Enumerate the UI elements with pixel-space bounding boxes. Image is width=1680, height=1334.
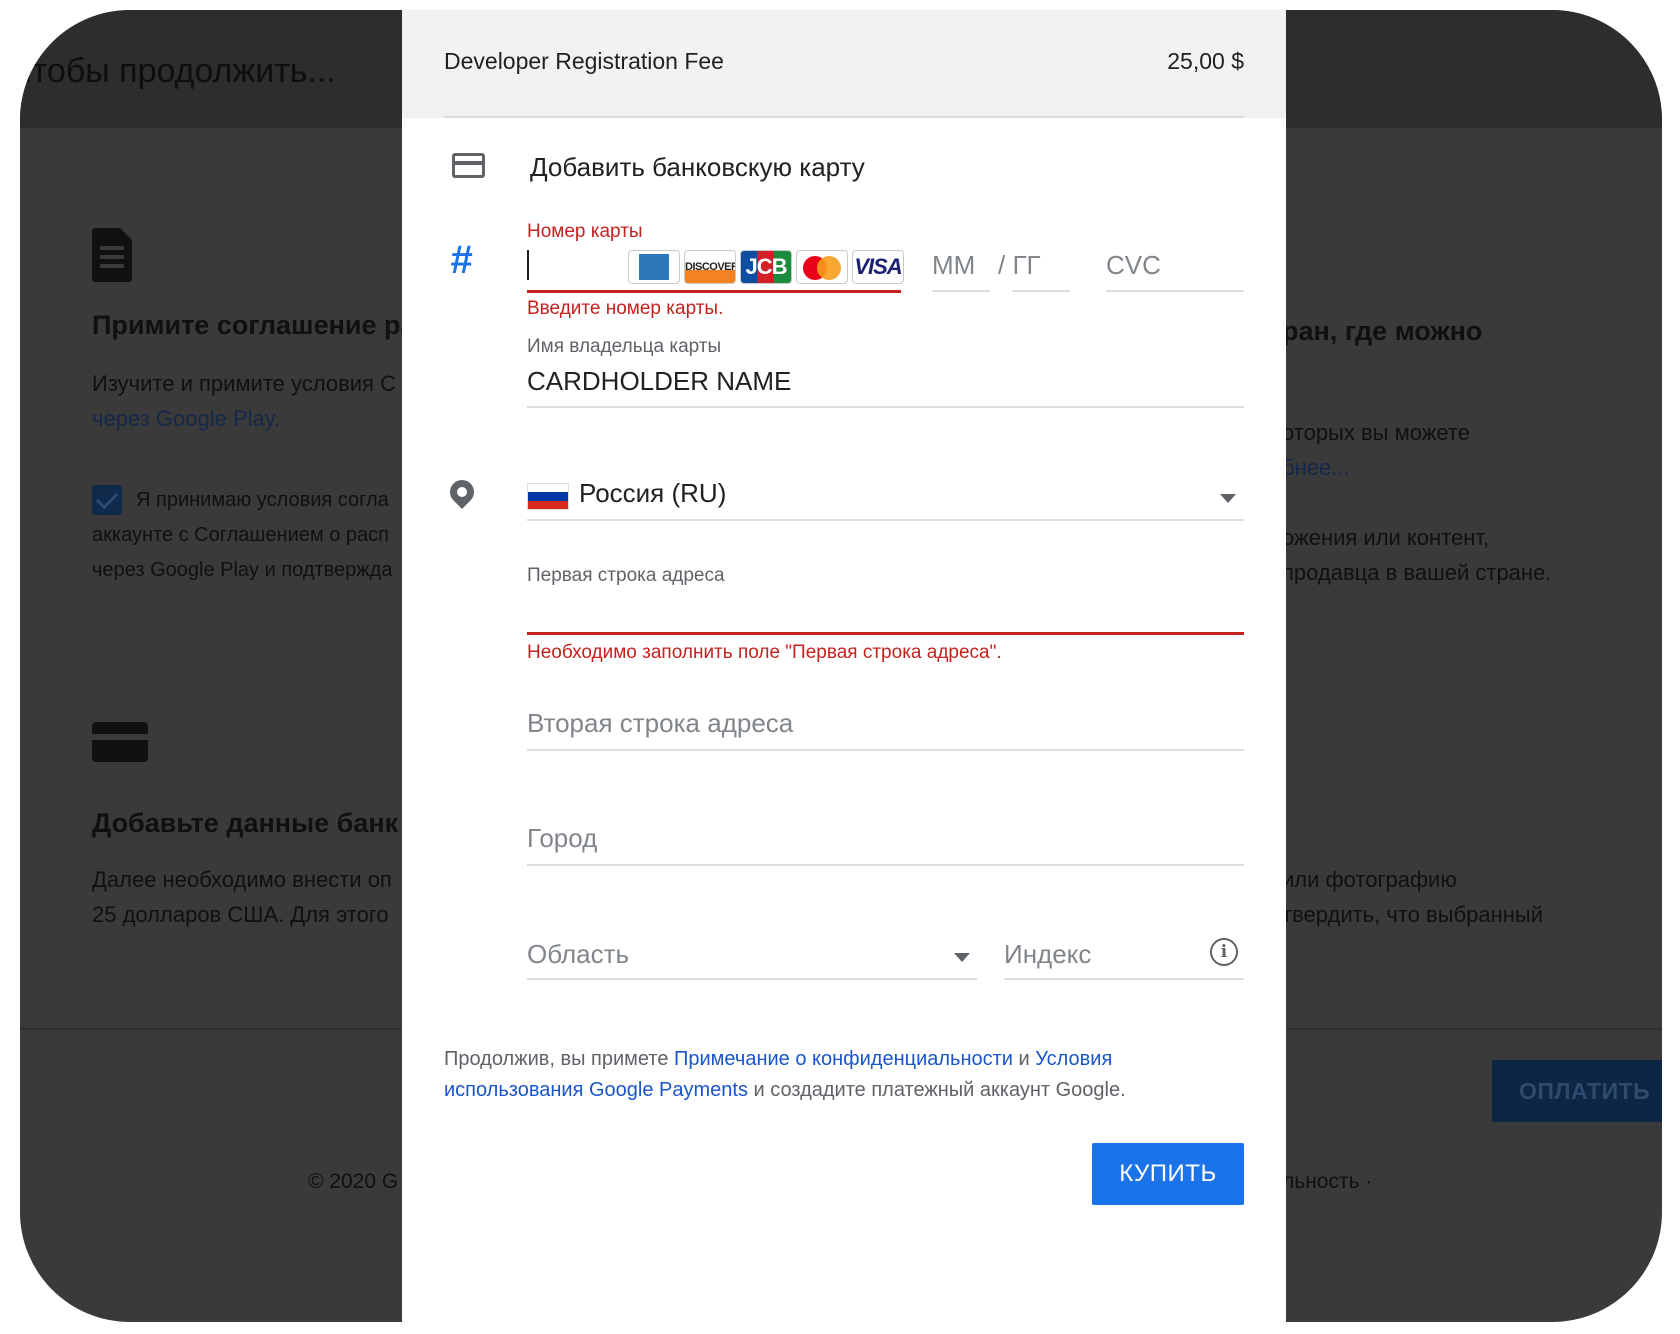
discover-logo-icon: DISCOVER: [684, 250, 736, 284]
location-pin-icon: [445, 475, 479, 509]
background-right-text: продавца в вашей стране.: [1282, 560, 1552, 585]
background-checkbox-text: через Google Play и подтвержда: [92, 559, 393, 581]
cvc-input[interactable]: CVC: [1106, 250, 1161, 281]
background-right-link[interactable]: бнее...: [1282, 450, 1350, 485]
address1-underline: [527, 632, 1244, 635]
card-number-underline: [527, 290, 901, 293]
section-title: Добавить банковскую карту: [530, 152, 865, 182]
document-icon: [92, 228, 132, 282]
country-underline: [527, 519, 1244, 521]
cardholder-label: Имя владельца карты: [527, 336, 722, 357]
dialog-header-divider: [444, 116, 1244, 118]
amex-logo-icon: [628, 250, 680, 284]
background-right-text: оторых вы можете: [1282, 420, 1470, 445]
card-number-label: Номер карты: [527, 221, 643, 242]
text-caret: [527, 250, 529, 280]
visa-logo-icon: VISA: [852, 250, 904, 284]
legal-and: и: [1018, 1048, 1030, 1070]
background-checkbox-text: аккаунте с Соглашением о расп: [92, 524, 389, 546]
address1-label: Первая строка адреса: [527, 565, 725, 586]
buy-button[interactable]: КУПИТЬ: [1092, 1143, 1244, 1205]
background-footer-copyright: © 2020 G: [308, 1170, 399, 1193]
dropdown-arrow-icon[interactable]: [954, 953, 970, 962]
credit-card-icon: [452, 153, 485, 178]
background-right-text: ожения или контент,: [1282, 525, 1490, 550]
legal-notice: Продолжив, вы примете Примечание о конфи…: [444, 1044, 1234, 1106]
cardholder-input[interactable]: CARDHOLDER NAME: [527, 366, 791, 397]
cardholder-underline: [527, 406, 1244, 408]
postcode-underline: [1004, 978, 1244, 980]
background-section1-heading: Примите соглашение ра: [92, 310, 416, 340]
background-right-text: твердить, что выбранный: [1282, 902, 1543, 927]
background-right-heading: ран, где можно: [1282, 316, 1483, 346]
background-checkbox-label: Я принимаю условия согла: [136, 489, 389, 511]
expiry-month-input[interactable]: MM: [932, 250, 975, 281]
region-select[interactable]: Область: [527, 939, 629, 970]
background-title: чтобы продолжить...: [20, 52, 336, 90]
address2-underline: [527, 749, 1244, 751]
fee-label: Developer Registration Fee: [444, 48, 724, 74]
city-input[interactable]: Город: [527, 823, 597, 854]
cvc-underline: [1106, 290, 1244, 292]
expiry-year-input[interactable]: / ГГ: [998, 250, 1041, 281]
fee-amount: 25,00 $: [1167, 48, 1244, 74]
info-icon[interactable]: i: [1210, 938, 1238, 966]
city-underline: [527, 864, 1244, 866]
pay-button[interactable]: ОПЛАТИТЬ: [1492, 1060, 1662, 1122]
jcb-logo-icon: JCB: [740, 250, 792, 284]
card-number-error: Введите номер карты.: [527, 298, 724, 319]
address1-error: Необходимо заполнить поле "Первая строка…: [527, 642, 1002, 663]
background-section2-heading: Добавьте данные банк: [92, 808, 399, 838]
privacy-notice-link[interactable]: Примечание о конфиденциальности: [674, 1048, 1013, 1070]
payment-dialog: Developer Registration Fee 25,00 $ Добав…: [402, 10, 1286, 1322]
background-right-text: или фотографию: [1282, 867, 1457, 892]
background-footer-link[interactable]: льность ·: [1282, 1170, 1372, 1194]
expiry-year-underline: [1012, 290, 1070, 292]
legal-suffix: и создадите платежный аккаунт Google.: [753, 1079, 1126, 1101]
dropdown-arrow-icon[interactable]: [1220, 494, 1236, 503]
credit-card-icon: [92, 722, 148, 762]
country-select[interactable]: Россия (RU): [579, 478, 726, 509]
address1-input[interactable]: [527, 590, 1244, 630]
expiry-month-underline: [932, 290, 990, 292]
background-section1-text: Изучите и примите условия С: [92, 371, 396, 396]
checkbox-icon[interactable]: [92, 485, 122, 515]
background-section2-text: 25 долларов США. Для этого: [92, 902, 389, 927]
background-section1-link[interactable]: через Google Play.: [92, 401, 280, 436]
background-section2-text: Далее необходимо внести оп: [92, 867, 392, 892]
address2-input[interactable]: Вторая строка адреса: [527, 708, 793, 739]
russia-flag-icon: [527, 483, 569, 510]
legal-prefix: Продолжив, вы примете: [444, 1048, 669, 1070]
region-underline: [527, 978, 977, 980]
mastercard-logo-icon: [796, 250, 848, 284]
hash-icon: #: [450, 238, 473, 282]
postcode-input[interactable]: Индекс: [1004, 939, 1091, 970]
